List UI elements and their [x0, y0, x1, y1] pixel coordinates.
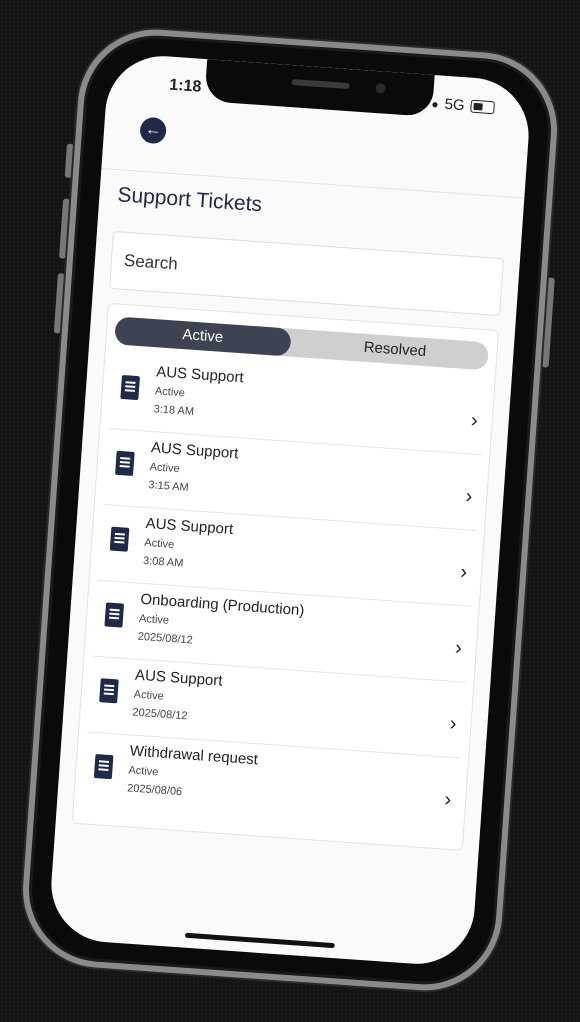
receipt-icon — [109, 526, 130, 552]
ticket-title: AUS Support — [134, 666, 224, 690]
battery-icon — [470, 99, 496, 115]
top-nav-bar: ← — [101, 108, 529, 199]
back-button[interactable]: ← — [139, 116, 168, 145]
chevron-right-icon: › — [449, 712, 458, 736]
chevron-right-icon: › — [459, 561, 468, 584]
ticket-title: AUS Support — [155, 363, 245, 387]
ticket-title: Withdrawal request — [129, 742, 259, 769]
ticket-status: Active — [128, 764, 159, 779]
wifi-icon: ● — [430, 96, 440, 111]
ticket-title: AUS Support — [145, 514, 234, 539]
search-placeholder: Search — [123, 250, 179, 274]
receipt-icon — [120, 374, 140, 401]
ticket-time: 3:18 AM — [153, 403, 195, 419]
search-input[interactable]: Search — [108, 230, 505, 317]
arrow-left-icon: ← — [144, 120, 162, 140]
chevron-right-icon: › — [443, 788, 452, 811]
ticket-title: AUS Support — [150, 439, 239, 463]
ticket-status: Active — [133, 688, 165, 703]
ticket-status: Active — [154, 385, 186, 400]
receipt-icon — [99, 678, 119, 704]
ticket-time: 2025/08/06 — [126, 782, 183, 799]
ticket-time: 3:15 AM — [147, 479, 190, 494]
receipt-icon — [104, 602, 125, 628]
tab-resolved[interactable]: Resolved — [301, 329, 489, 370]
ticket-time: 3:08 AM — [142, 554, 184, 570]
phone-screen: 1:18 ● 5G ← Support Tickets Search Resol… — [47, 52, 533, 968]
status-time: 1:18 — [168, 76, 202, 96]
ticket-status: Active — [149, 461, 180, 476]
ticket-time: 2025/08/12 — [137, 630, 194, 647]
ticket-status: Active — [143, 536, 175, 551]
phone-device: 1:18 ● 5G ← Support Tickets Search Resol… — [17, 24, 563, 996]
network-label: 5G — [444, 95, 466, 115]
speaker — [291, 79, 350, 90]
chevron-right-icon: › — [464, 485, 474, 508]
tab-active[interactable]: Active — [114, 316, 292, 357]
status-indicators: ● 5G — [430, 95, 496, 116]
home-indicator[interactable] — [184, 932, 335, 949]
chevron-right-icon: › — [454, 636, 463, 660]
ticket-status: Active — [138, 612, 170, 627]
tickets-panel: Resolved Active AUS Support Active 3:18 … — [71, 302, 500, 851]
front-camera — [375, 82, 386, 94]
chevron-right-icon: › — [470, 409, 479, 432]
receipt-icon — [115, 450, 135, 476]
page-title: Support Tickets — [116, 183, 263, 217]
ticket-time: 2025/08/12 — [132, 706, 188, 723]
receipt-icon — [93, 754, 114, 780]
